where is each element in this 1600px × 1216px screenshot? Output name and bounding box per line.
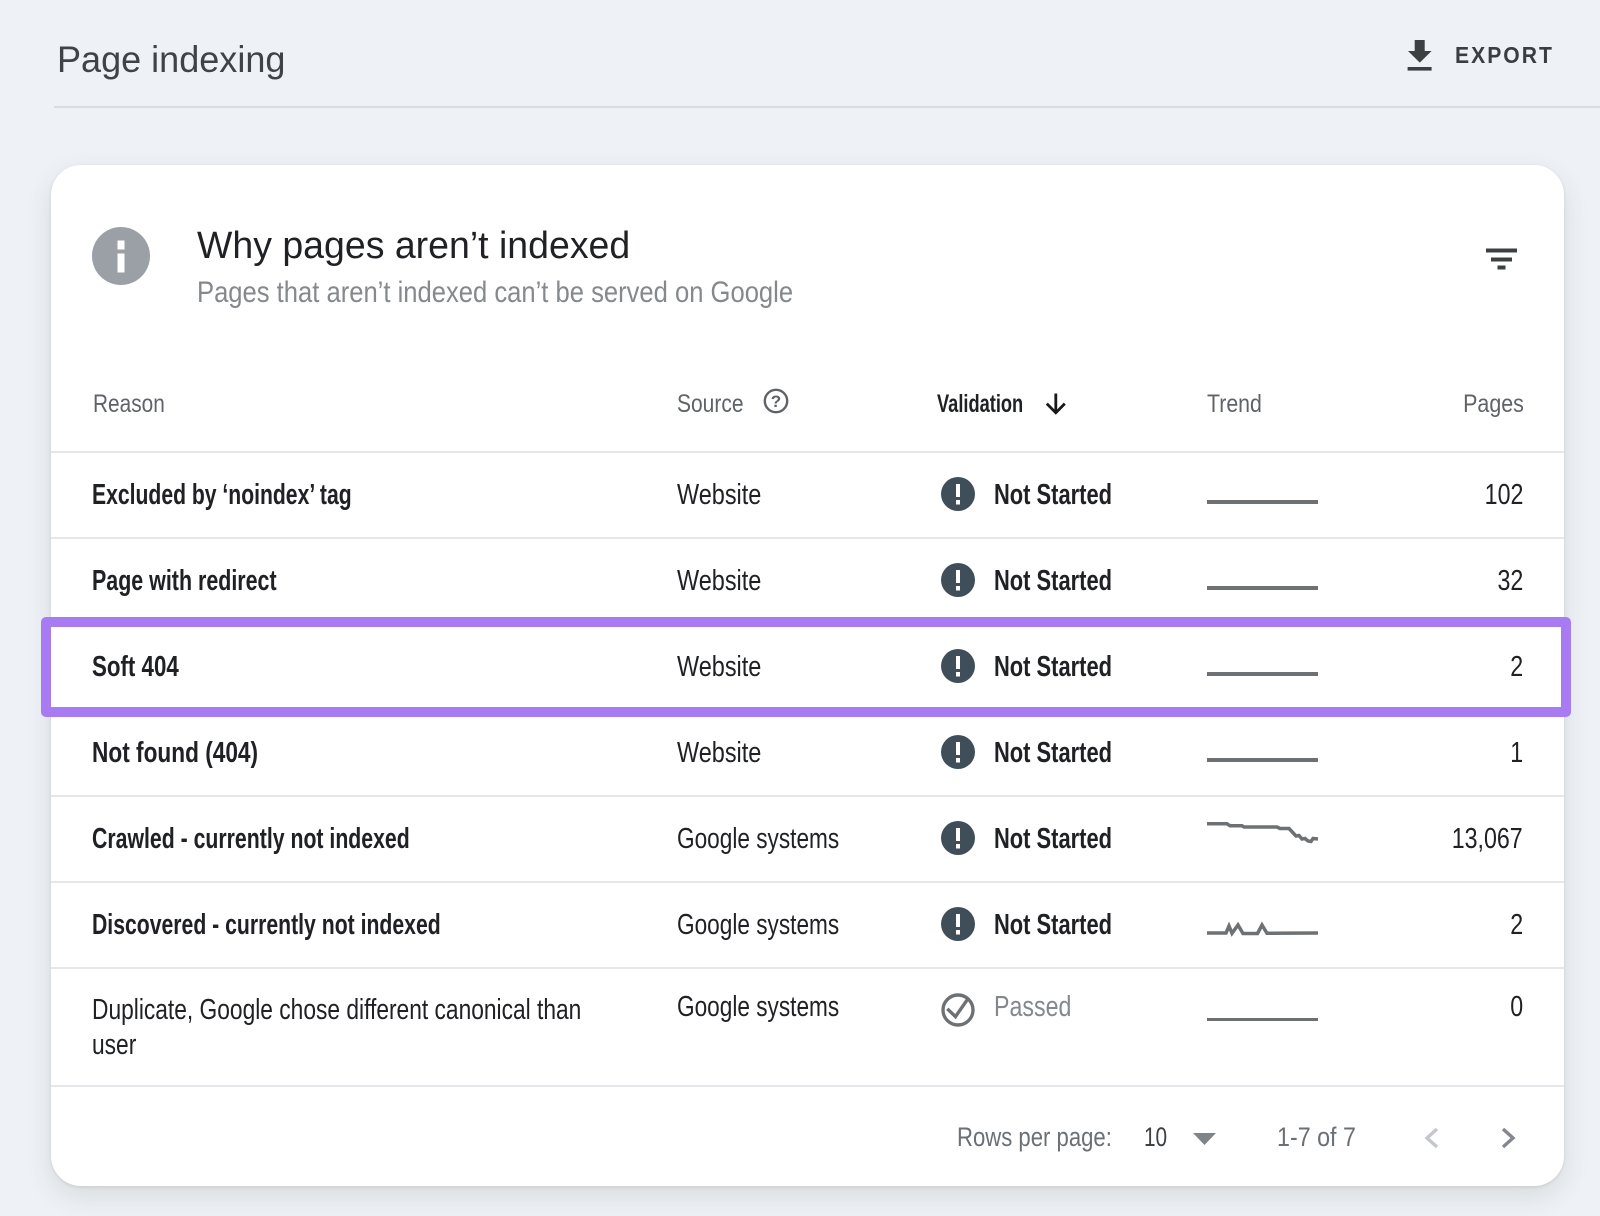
svg-text:?: ? xyxy=(771,392,781,411)
